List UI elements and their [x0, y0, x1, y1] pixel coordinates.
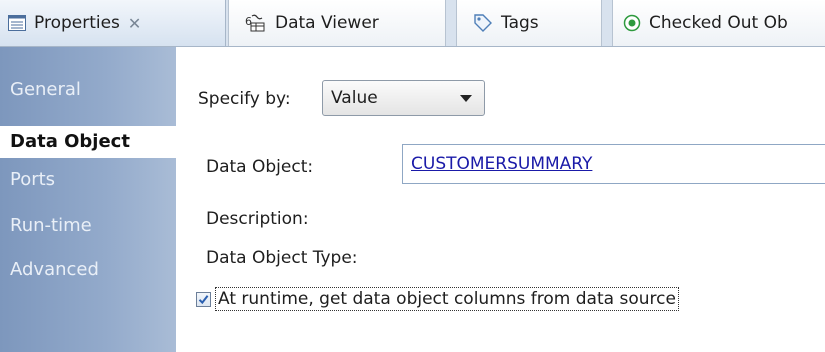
sidenav-item-general[interactable]: General	[0, 74, 176, 106]
data-object-field: CUSTOMERSUMMARY	[402, 144, 825, 184]
checkmark-icon	[198, 294, 209, 304]
sidenav-item-run-time[interactable]: Run-time	[0, 210, 176, 242]
data-object-link[interactable]: CUSTOMERSUMMARY	[411, 154, 592, 174]
tab-checked-out[interactable]: Checked Out Ob	[612, 0, 825, 46]
description-label: Description:	[206, 209, 309, 229]
data-object-label: Data Object:	[206, 157, 314, 177]
data-object-type-label: Data Object Type:	[206, 248, 358, 268]
data-object-panel: Specify by: Value Data Object: CUSTOMERS…	[176, 47, 825, 352]
runtime-columns-label: At runtime, get data object columns from…	[215, 287, 679, 311]
close-icon[interactable]: ✕	[128, 14, 141, 33]
chevron-down-icon	[460, 95, 472, 102]
tab-data-viewer[interactable]: 6 Data Viewer	[228, 0, 446, 46]
tag-icon	[473, 13, 493, 33]
sidenav-item-advanced[interactable]: Advanced	[0, 254, 176, 286]
tab-properties[interactable]: Properties ✕	[0, 0, 226, 46]
tab-bar: Properties ✕ 6 Data Viewer Tags Checked …	[0, 0, 825, 47]
tab-checked-out-label: Checked Out Ob	[649, 13, 788, 33]
sidenav-item-ports[interactable]: Ports	[0, 164, 176, 196]
properties-icon	[8, 15, 26, 31]
sidenav-item-data-object[interactable]: Data Object	[0, 126, 176, 158]
runtime-columns-checkbox[interactable]	[196, 291, 211, 307]
runtime-columns-option[interactable]: At runtime, get data object columns from…	[196, 287, 679, 311]
properties-sidenav: General Data Object Ports Run-time Advan…	[0, 47, 176, 352]
tab-data-viewer-label: Data Viewer	[275, 13, 379, 33]
specify-by-label: Specify by:	[198, 89, 291, 109]
tab-tags-label: Tags	[501, 13, 539, 33]
tab-tags[interactable]: Tags	[456, 0, 602, 46]
data-viewer-icon: 6	[245, 14, 267, 32]
specify-by-value: Value	[331, 88, 378, 108]
tab-properties-label: Properties	[34, 13, 120, 33]
checked-out-icon	[623, 14, 641, 32]
specify-by-select[interactable]: Value	[322, 80, 485, 116]
